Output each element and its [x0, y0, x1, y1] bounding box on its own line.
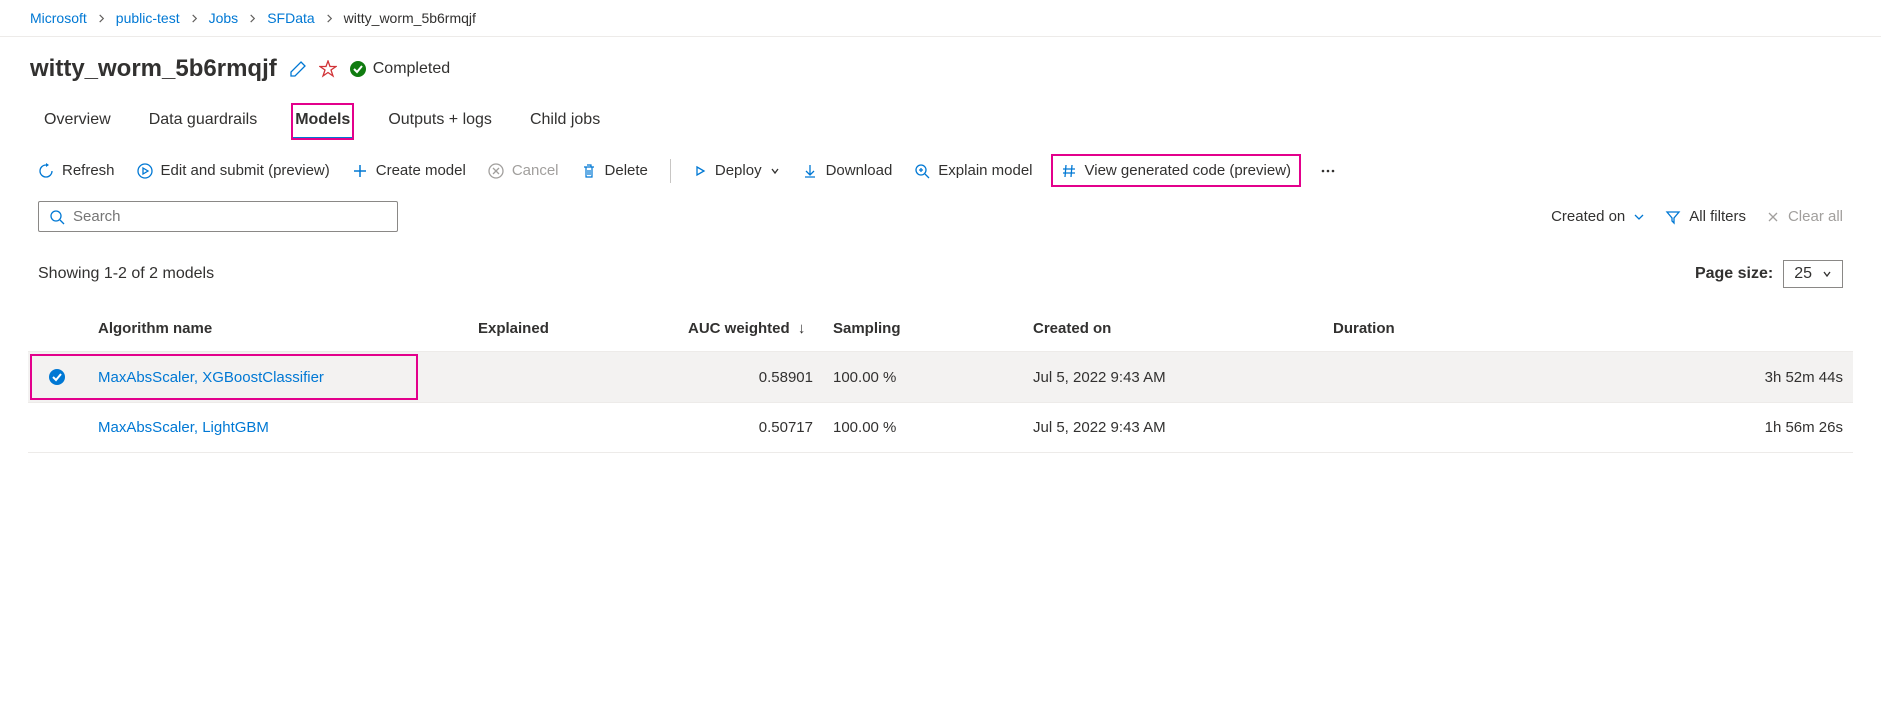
- row-select[interactable]: [28, 403, 88, 453]
- explain-model-button[interactable]: Explain model: [914, 162, 1032, 179]
- cancel-button: Cancel: [488, 162, 559, 179]
- create-model-button[interactable]: Create model: [352, 162, 466, 179]
- table-header-explained[interactable]: Explained: [468, 306, 678, 352]
- auc-cell: 0.50717: [678, 403, 823, 453]
- play-circle-icon: [137, 163, 153, 179]
- explained-cell: [468, 403, 678, 453]
- check-circle-icon: [48, 368, 66, 386]
- sampling-cell: 100.00 %: [823, 403, 1023, 453]
- created-on-filter[interactable]: Created on: [1551, 208, 1645, 225]
- chevron-right-icon: [248, 14, 257, 23]
- chevron-down-icon: [1822, 269, 1832, 279]
- delete-icon: [581, 163, 597, 179]
- hash-icon: [1061, 163, 1077, 179]
- models-table: Algorithm name Explained AUC weighted ↓ …: [28, 306, 1853, 453]
- page-size: Page size: 25: [1695, 260, 1843, 288]
- table-header-sampling[interactable]: Sampling: [823, 306, 1023, 352]
- page-header: witty_worm_5b6rmqjf Completed: [0, 37, 1881, 91]
- table-header-algorithm[interactable]: Algorithm name: [88, 306, 468, 352]
- more-icon: [1319, 162, 1337, 180]
- table-header-select: [28, 306, 88, 352]
- filter-bar: Created on All filters Clear all: [0, 201, 1881, 242]
- breadcrumb-link[interactable]: Jobs: [209, 10, 239, 26]
- created-on-cell: Jul 5, 2022 9:43 AM: [1023, 352, 1323, 403]
- edit-submit-button[interactable]: Edit and submit (preview): [137, 162, 330, 179]
- refresh-button[interactable]: Refresh: [38, 162, 115, 179]
- table-header-auc[interactable]: AUC weighted ↓: [678, 306, 823, 352]
- edit-icon[interactable]: [289, 60, 307, 78]
- chevron-down-icon: [770, 166, 780, 176]
- algorithm-link[interactable]: MaxAbsScaler, XGBoostClassifier: [98, 369, 324, 386]
- toolbar-divider: [670, 159, 671, 183]
- breadcrumb-link[interactable]: SFData: [267, 10, 314, 26]
- tab-models[interactable]: Models: [291, 103, 354, 140]
- deploy-icon: [693, 164, 707, 178]
- search-plus-icon: [914, 163, 930, 179]
- download-icon: [802, 163, 818, 179]
- tab-data-guardrails[interactable]: Data guardrails: [145, 103, 262, 140]
- chevron-right-icon: [97, 14, 106, 23]
- algorithm-link[interactable]: MaxAbsScaler, LightGBM: [98, 419, 269, 436]
- refresh-icon: [38, 163, 54, 179]
- breadcrumb-current: witty_worm_5b6rmqjf: [344, 10, 476, 26]
- more-button[interactable]: [1319, 162, 1337, 180]
- page-size-select[interactable]: 25: [1783, 260, 1843, 288]
- cancel-icon: [488, 163, 504, 179]
- chevron-down-icon: [1633, 211, 1645, 223]
- showing-text: Showing 1-2 of 2 models: [38, 265, 214, 283]
- toolbar: Refresh Edit and submit (preview) Create…: [0, 140, 1881, 201]
- breadcrumb: Microsoft public-test Jobs SFData witty_…: [0, 0, 1881, 37]
- tab-overview[interactable]: Overview: [40, 103, 115, 140]
- view-code-button[interactable]: View generated code (preview): [1055, 158, 1298, 183]
- explained-cell: [468, 352, 678, 403]
- search-icon: [49, 209, 65, 225]
- close-icon: [1766, 210, 1780, 224]
- status-badge: Completed: [349, 60, 450, 78]
- plus-icon: [352, 163, 368, 179]
- duration-cell: 3h 52m 44s: [1323, 352, 1853, 403]
- deploy-button[interactable]: Deploy: [693, 162, 780, 179]
- sort-down-icon: ↓: [798, 320, 806, 337]
- table-header-duration[interactable]: Duration: [1323, 306, 1853, 352]
- created-on-cell: Jul 5, 2022 9:43 AM: [1023, 403, 1323, 453]
- breadcrumb-link[interactable]: Microsoft: [30, 10, 87, 26]
- favorite-icon[interactable]: [319, 60, 337, 78]
- status-label: Completed: [373, 60, 450, 78]
- auc-cell: 0.58901: [678, 352, 823, 403]
- breadcrumb-link[interactable]: public-test: [116, 10, 180, 26]
- all-filters-button[interactable]: All filters: [1665, 208, 1746, 225]
- page-size-label: Page size:: [1695, 265, 1773, 283]
- tabs: Overview Data guardrails Models Outputs …: [0, 91, 1881, 140]
- check-circle-icon: [349, 60, 367, 78]
- sampling-cell: 100.00 %: [823, 352, 1023, 403]
- table-header-created-on[interactable]: Created on: [1023, 306, 1323, 352]
- page-title: witty_worm_5b6rmqjf: [30, 55, 277, 83]
- tab-child-jobs[interactable]: Child jobs: [526, 103, 604, 140]
- download-button[interactable]: Download: [802, 162, 893, 179]
- search-box[interactable]: [38, 201, 398, 232]
- delete-button[interactable]: Delete: [581, 162, 648, 179]
- meta-bar: Showing 1-2 of 2 models Page size: 25: [0, 242, 1881, 294]
- table-row[interactable]: MaxAbsScaler, LightGBM 0.50717 100.00 % …: [28, 403, 1853, 453]
- row-select[interactable]: [28, 352, 88, 403]
- duration-cell: 1h 56m 26s: [1323, 403, 1853, 453]
- chevron-right-icon: [190, 14, 199, 23]
- filter-icon: [1665, 209, 1681, 225]
- tab-outputs-logs[interactable]: Outputs + logs: [384, 103, 496, 140]
- table-row[interactable]: MaxAbsScaler, XGBoostClassifier 0.58901 …: [28, 352, 1853, 403]
- clear-all-button[interactable]: Clear all: [1766, 208, 1843, 225]
- chevron-right-icon: [325, 14, 334, 23]
- search-input[interactable]: [73, 208, 387, 225]
